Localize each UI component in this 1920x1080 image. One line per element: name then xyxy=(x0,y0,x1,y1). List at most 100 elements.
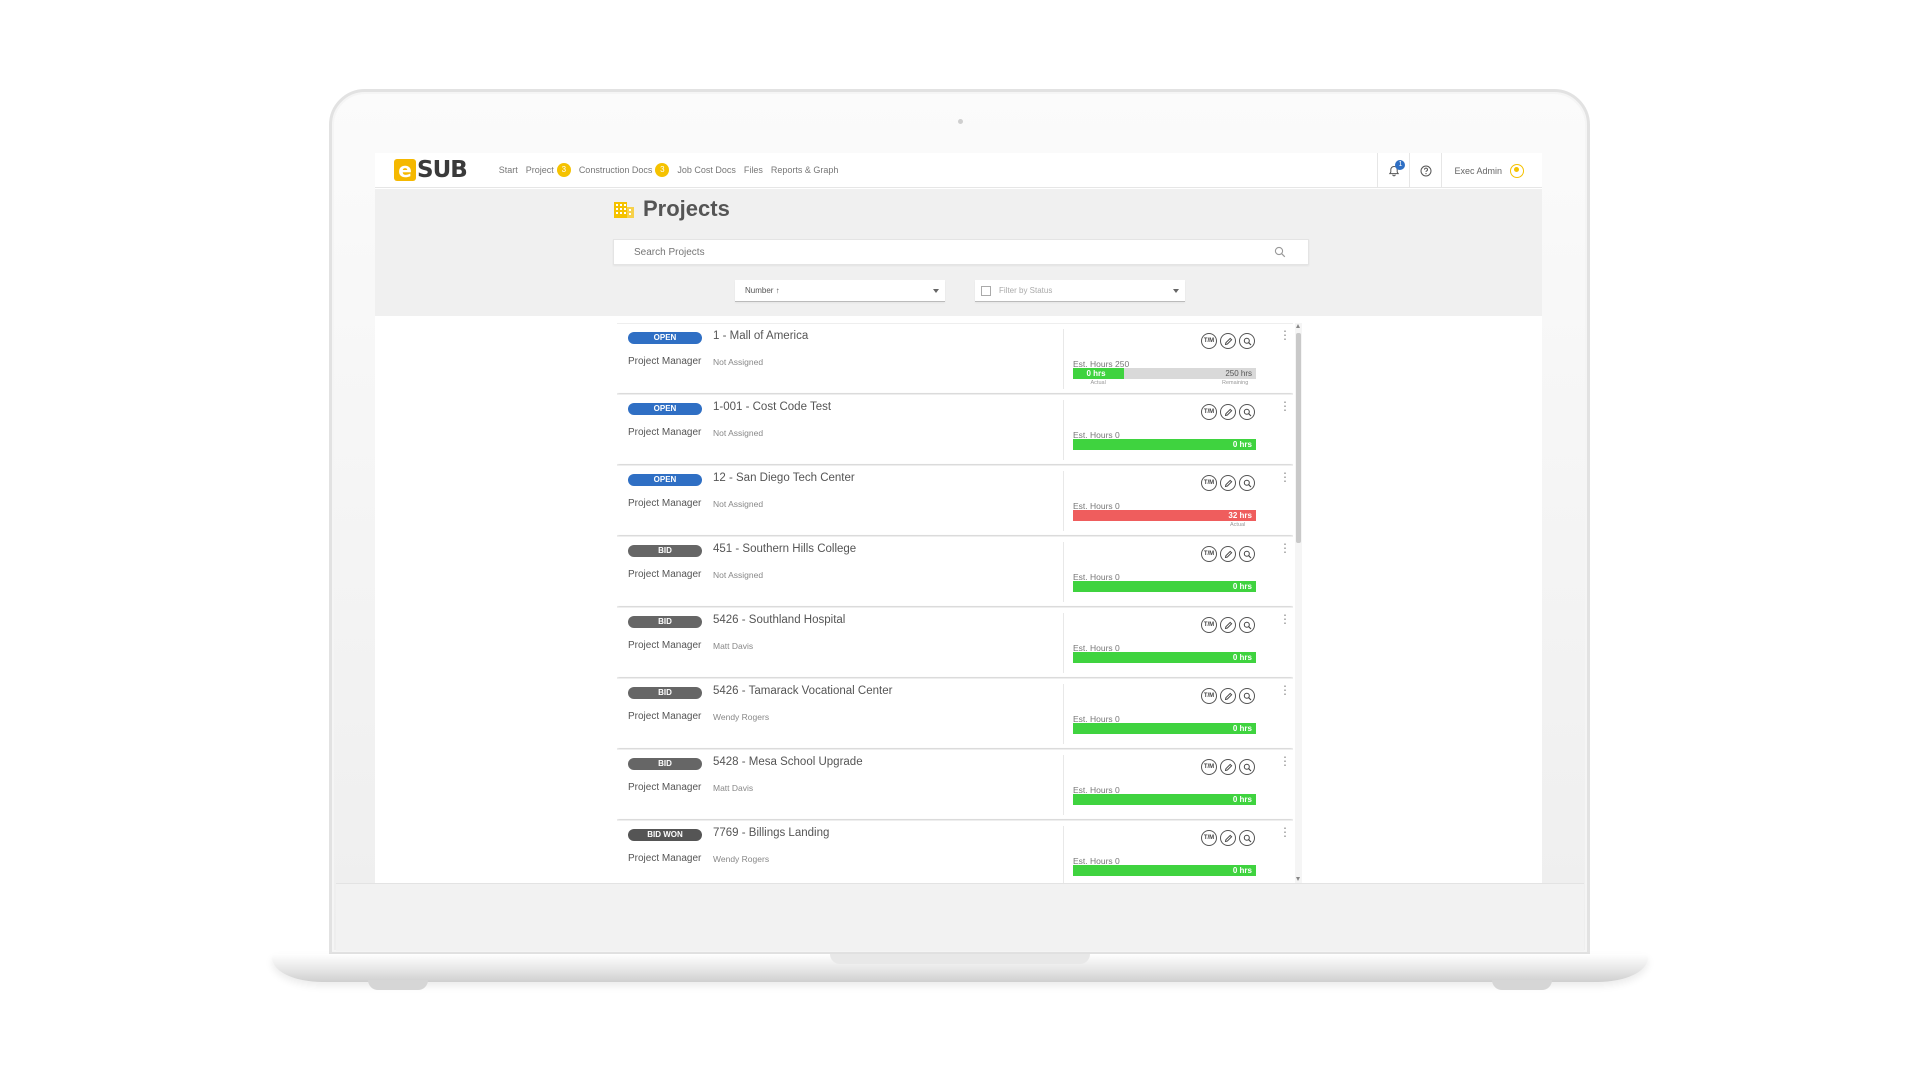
more-options-icon[interactable]: ⋮ xyxy=(1279,471,1291,483)
hours-progress-bar: 0 hrs xyxy=(1073,652,1256,663)
view-icon[interactable] xyxy=(1239,333,1255,349)
sort-dropdown[interactable]: Number ↑ xyxy=(735,280,945,302)
edit-icon[interactable] xyxy=(1220,688,1236,704)
edit-icon[interactable] xyxy=(1220,830,1236,846)
edit-icon[interactable] xyxy=(1220,333,1236,349)
more-options-icon[interactable]: ⋮ xyxy=(1279,613,1291,625)
project-card[interactable]: BID 5426 - Tamarack Vocational Center Pr… xyxy=(617,678,1293,748)
nav-item-start[interactable]: Start xyxy=(499,165,518,175)
user-menu[interactable]: Exec Admin xyxy=(1441,153,1542,188)
edit-icon[interactable] xyxy=(1220,404,1236,420)
more-options-icon[interactable]: ⋮ xyxy=(1279,329,1291,341)
tm-icon[interactable]: T/M xyxy=(1201,688,1217,704)
status-badge: BID xyxy=(628,545,702,557)
project-title[interactable]: 1-001 - Cost Code Test xyxy=(713,401,831,413)
project-manager-label: Project Manager xyxy=(628,498,702,509)
project-card[interactable]: OPEN 1 - Mall of America Project Manager… xyxy=(617,323,1293,393)
nav-count-badge: 3 xyxy=(655,163,670,177)
project-actions: T/M xyxy=(1201,404,1255,420)
tm-icon-label: T/M xyxy=(1203,622,1215,628)
actual-hours-text: 32 hrs xyxy=(1228,511,1252,520)
project-actions: T/M xyxy=(1201,617,1255,633)
tm-icon[interactable]: T/M xyxy=(1201,404,1217,420)
edit-icon[interactable] xyxy=(1220,759,1236,775)
project-card[interactable]: BID 5428 - Mesa School Upgrade Project M… xyxy=(617,749,1293,819)
nav-item-label: Project xyxy=(525,165,554,175)
edit-icon[interactable] xyxy=(1220,475,1236,491)
nav-item-job-cost-docs[interactable]: Job Cost Docs xyxy=(677,165,736,175)
search-bar xyxy=(613,239,1309,265)
hours-progress-bar: 0 hrs xyxy=(1073,865,1256,876)
more-options-icon[interactable]: ⋮ xyxy=(1279,684,1291,696)
status-badge: OPEN xyxy=(628,332,702,344)
tm-icon[interactable]: T/M xyxy=(1201,759,1217,775)
status-badge: OPEN xyxy=(628,474,702,486)
project-title[interactable]: 5426 - Tamarack Vocational Center xyxy=(713,685,892,697)
project-manager-name: Not Assigned xyxy=(713,499,764,509)
project-manager-label: Project Manager xyxy=(628,356,702,367)
tm-icon[interactable]: T/M xyxy=(1201,475,1217,491)
edit-icon[interactable] xyxy=(1220,546,1236,562)
project-actions: T/M xyxy=(1201,830,1255,846)
status-filter-checkbox[interactable] xyxy=(981,286,991,296)
view-icon[interactable] xyxy=(1239,830,1255,846)
nav-item-reports-graph[interactable]: Reports & Graph xyxy=(771,165,839,175)
status-filter-dropdown[interactable]: Filter by Status xyxy=(975,280,1185,302)
project-actions: T/M xyxy=(1201,333,1255,349)
search-input[interactable] xyxy=(614,240,1254,264)
view-icon[interactable] xyxy=(1239,546,1255,562)
user-name: Exec Admin xyxy=(1454,165,1502,176)
project-manager-label: Project Manager xyxy=(628,711,702,722)
magnifier-icon xyxy=(1243,621,1251,629)
search-icon[interactable] xyxy=(1274,246,1286,258)
esub-logo[interactable]: e SUB xyxy=(394,157,468,183)
project-card[interactable]: BID 5426 - Southland Hospital Project Ma… xyxy=(617,607,1293,677)
tm-icon-label: T/M xyxy=(1203,409,1215,415)
view-icon[interactable] xyxy=(1239,404,1255,420)
project-card[interactable]: BID WON 7769 - Billings Landing Project … xyxy=(617,820,1293,883)
magnifier-icon xyxy=(1243,337,1251,345)
pencil-icon xyxy=(1224,408,1232,416)
hours-progress-bar: 0 hrs xyxy=(1073,723,1256,734)
laptop-bezel xyxy=(336,883,1584,951)
notifications-button[interactable]: 1 xyxy=(1377,153,1409,188)
tm-icon[interactable]: T/M xyxy=(1201,333,1217,349)
chevron-down-icon xyxy=(933,289,939,293)
help-button[interactable] xyxy=(1409,153,1441,188)
hours-progress-fill xyxy=(1073,723,1256,734)
view-icon[interactable] xyxy=(1239,759,1255,775)
project-card[interactable]: BID 451 - Southern Hills College Project… xyxy=(617,536,1293,606)
scroll-up-arrow-icon[interactable] xyxy=(1296,324,1300,328)
project-card[interactable]: OPEN 12 - San Diego Tech Center Project … xyxy=(617,465,1293,535)
remaining-label: Remaining xyxy=(1222,380,1249,386)
project-manager-name: Not Assigned xyxy=(713,428,764,438)
tm-icon-label: T/M xyxy=(1203,551,1215,557)
nav-item-project[interactable]: Project 3 xyxy=(526,163,571,177)
project-card[interactable]: OPEN 1-001 - Cost Code Test Project Mana… xyxy=(617,394,1293,464)
project-title[interactable]: 12 - San Diego Tech Center xyxy=(713,472,855,484)
view-icon[interactable] xyxy=(1239,617,1255,633)
project-title[interactable]: 1 - Mall of America xyxy=(713,330,808,342)
nav-item-construction-docs[interactable]: Construction Docs 3 xyxy=(579,163,670,177)
view-icon[interactable] xyxy=(1239,688,1255,704)
project-title[interactable]: 5426 - Southland Hospital xyxy=(713,614,845,626)
more-options-icon[interactable]: ⋮ xyxy=(1279,826,1291,838)
tm-icon[interactable]: T/M xyxy=(1201,546,1217,562)
more-options-icon[interactable]: ⋮ xyxy=(1279,400,1291,412)
more-options-icon[interactable]: ⋮ xyxy=(1279,542,1291,554)
scroll-thumb[interactable] xyxy=(1296,333,1301,543)
scroll-down-arrow-icon[interactable] xyxy=(1296,877,1300,881)
magnifier-icon xyxy=(1243,479,1251,487)
tm-icon-label: T/M xyxy=(1203,338,1215,344)
view-icon[interactable] xyxy=(1239,475,1255,491)
project-manager-label: Project Manager xyxy=(628,782,702,793)
project-title[interactable]: 7769 - Billings Landing xyxy=(713,827,829,839)
nav-item-files[interactable]: Files xyxy=(744,165,763,175)
project-title[interactable]: 451 - Southern Hills College xyxy=(713,543,856,555)
project-list-scrollbar[interactable] xyxy=(1295,323,1302,883)
project-title[interactable]: 5428 - Mesa School Upgrade xyxy=(713,756,863,768)
tm-icon[interactable]: T/M xyxy=(1201,830,1217,846)
tm-icon[interactable]: T/M xyxy=(1201,617,1217,633)
more-options-icon[interactable]: ⋮ xyxy=(1279,755,1291,767)
edit-icon[interactable] xyxy=(1220,617,1236,633)
